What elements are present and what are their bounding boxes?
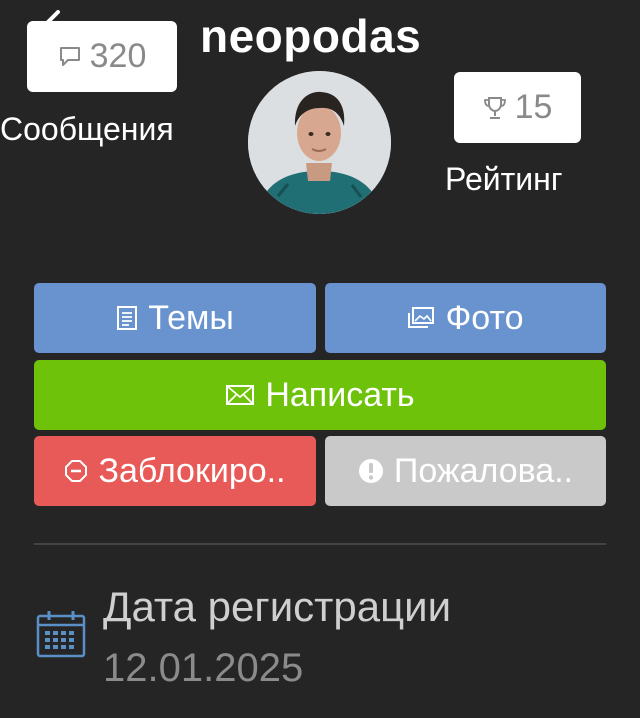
topics-button[interactable]: Темы [34,283,316,353]
exclamation-circle-icon [358,458,384,484]
photo-button-label: Фото [445,298,524,337]
registration-date-title: Дата регистрации [103,583,452,630]
topics-button-label: Темы [148,298,234,337]
messages-label: Сообщения [0,111,174,147]
registration-date-value: 12.01.2025 [103,646,304,690]
block-user-button[interactable]: Заблокиро.. [34,436,316,506]
speech-bubble-icon [58,45,82,69]
block-user-button-label: Заблокиро.. [98,451,286,490]
divider [34,543,606,545]
rating-label: Рейтинг [445,161,563,197]
photos-icon [407,306,435,330]
octagon-stop-icon [64,459,88,483]
user-avatar[interactable] [248,71,391,214]
trophy-icon [483,95,507,121]
username: neopodas [200,10,422,62]
messages-count-box[interactable]: 320 [27,21,177,92]
calendar-icon [36,610,86,663]
report-user-button-label: Пожалова.. [393,451,574,490]
messages-count: 320 [89,37,147,75]
rating-count-box[interactable]: 15 [454,72,581,143]
report-user-button[interactable]: Пожалова.. [325,436,606,506]
write-message-button-label: Написать [265,375,415,414]
photo-button[interactable]: Фото [325,283,606,353]
write-message-button[interactable]: Написать [34,360,606,430]
envelope-icon [225,384,255,406]
document-icon [116,305,138,331]
rating-count: 15 [514,88,553,126]
